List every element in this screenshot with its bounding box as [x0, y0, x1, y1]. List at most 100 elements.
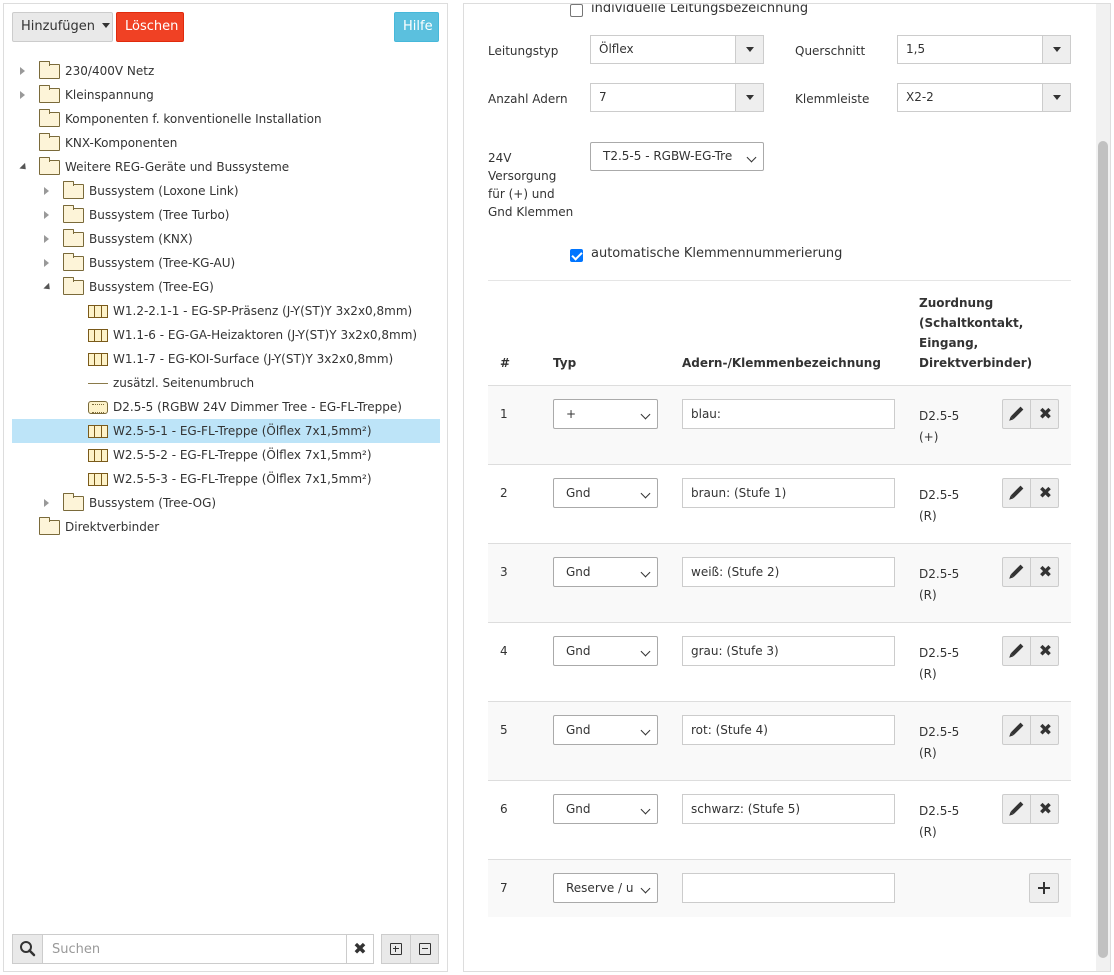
chevron-down-icon[interactable]: [735, 84, 763, 111]
supply-label-line: für (+) und: [488, 187, 555, 201]
designation-input[interactable]: [682, 873, 895, 903]
supply-label: 24V Versorgung für (+) und Gnd Klemmen: [488, 149, 573, 221]
delete-button[interactable]: Löschen: [116, 12, 184, 42]
tree-node-w2-5-5-3[interactable]: W2.5-5-3 - EG-FL-Treppe (Ölflex 7x1,5mm²…: [12, 467, 440, 491]
tree-node-komponenten[interactable]: Komponenten f. konventionelle Installati…: [12, 107, 440, 131]
column-header-line: (Schaltkontakt,: [919, 316, 1024, 330]
tree-node-230-400v-netz[interactable]: 230/400V Netz: [12, 59, 440, 83]
type-select[interactable]: Gnd: [553, 794, 658, 824]
pencil-icon: [1010, 722, 1024, 736]
pencil-icon: [1010, 406, 1024, 420]
collapse-icon[interactable]: [19, 162, 29, 173]
tree-node-label: W2.5-5-1 - EG-FL-Treppe (Ölflex 7x1,5mm²…: [113, 424, 372, 438]
designation-input[interactable]: [682, 478, 895, 508]
auto-numbering-checkbox[interactable]: [570, 249, 583, 262]
search-input[interactable]: [44, 935, 346, 963]
tree-node-d2-5-5[interactable]: D2.5-5 (RGBW 24V Dimmer Tree - EG-FL-Tre…: [12, 395, 440, 419]
supply-select[interactable]: T2.5-5 - RGBW-EG-Tre: [590, 142, 764, 171]
collapse-all-button[interactable]: [410, 935, 438, 963]
tree-node-bussystem-tree-og[interactable]: Bussystem (Tree-OG): [12, 491, 440, 515]
remove-button[interactable]: ✖: [1030, 479, 1058, 507]
expand-icon[interactable]: [44, 235, 49, 243]
individual-designation-checkbox[interactable]: [570, 4, 583, 17]
edit-button[interactable]: [1003, 400, 1030, 428]
type-select[interactable]: Gnd: [553, 478, 658, 508]
type-select[interactable]: Gnd: [553, 557, 658, 587]
designation-input[interactable]: [682, 715, 895, 745]
edit-button[interactable]: [1003, 637, 1030, 665]
expand-icon[interactable]: [44, 187, 49, 195]
edit-button[interactable]: [1003, 558, 1030, 586]
scrollbar[interactable]: [1096, 4, 1110, 971]
cable-type-combobox[interactable]: Ölflex: [590, 35, 764, 64]
tree-node-w2-5-5-1[interactable]: W2.5-5-1 - EG-FL-Treppe (Ölflex 7x1,5mm²…: [12, 419, 440, 443]
tree-node-w2-5-5-2[interactable]: W2.5-5-2 - EG-FL-Treppe (Ölflex 7x1,5mm²…: [12, 443, 440, 467]
tree-node-knx-komponenten[interactable]: KNX-Komponenten: [12, 131, 440, 155]
terminal-strip-combobox[interactable]: X2-2: [897, 83, 1071, 112]
cable-icon: [88, 425, 108, 438]
tree-node-bussystem-tree-eg[interactable]: Bussystem (Tree-EG): [12, 275, 440, 299]
expand-all-button[interactable]: [382, 935, 410, 963]
wire-count-combobox[interactable]: 7: [590, 83, 764, 112]
type-value: Gnd: [566, 802, 591, 816]
tree-node-bussystem-loxone-link[interactable]: Bussystem (Loxone Link): [12, 179, 440, 203]
collapse-icon[interactable]: [43, 282, 53, 293]
remove-button[interactable]: ✖: [1030, 716, 1058, 744]
tree-node-w1-1-6[interactable]: W1.1-6 - EG-GA-Heizaktoren (J-Y(ST)Y 3x2…: [12, 323, 440, 347]
expand-icon[interactable]: [20, 91, 25, 99]
expand-icon[interactable]: [44, 211, 49, 219]
tree-node-bussystem-tree-turbo[interactable]: Bussystem (Tree Turbo): [12, 203, 440, 227]
add-row-button[interactable]: [1029, 873, 1059, 903]
remove-button[interactable]: ✖: [1030, 795, 1058, 823]
type-select[interactable]: +: [553, 399, 658, 429]
tree-node-bussystem-knx[interactable]: Bussystem (KNX): [12, 227, 440, 251]
search-button[interactable]: [13, 935, 43, 963]
type-value: Gnd: [566, 565, 591, 579]
chevron-down-icon[interactable]: [1042, 36, 1070, 63]
remove-button[interactable]: ✖: [1030, 558, 1058, 586]
expand-icon[interactable]: [44, 259, 49, 267]
assignment-cell: D2.5-5 (R): [919, 564, 959, 606]
designation-input[interactable]: [682, 399, 895, 429]
add-dropdown-button[interactable]: Hinzufügen: [12, 12, 113, 42]
tree-node-seitenumbruch[interactable]: zusätzl. Seitenumbruch: [12, 371, 440, 395]
help-button[interactable]: Hilfe: [394, 12, 439, 42]
designation-input[interactable]: [682, 636, 895, 666]
chevron-down-icon: [640, 725, 651, 736]
chevron-down-icon[interactable]: [735, 36, 763, 63]
remove-button[interactable]: ✖: [1030, 400, 1058, 428]
edit-button[interactable]: [1003, 479, 1030, 507]
column-header-num: #: [500, 356, 511, 370]
clear-search-button[interactable]: ✖: [346, 935, 373, 963]
cable-detail-panel: individuelle Leitungsbezeichnung Leitung…: [463, 3, 1111, 972]
tree-node-w1-1-7[interactable]: W1.1-7 - EG-KOI-Surface (J-Y(ST)Y 3x2x0,…: [12, 347, 440, 371]
edit-button[interactable]: [1003, 716, 1030, 744]
tree-node-kleinspannung[interactable]: Kleinspannung: [12, 83, 440, 107]
close-icon: ✖: [353, 939, 367, 958]
tree-node-bussystem-tree-kg-au[interactable]: Bussystem (Tree-KG-AU): [12, 251, 440, 275]
table-row: 2 Gnd D2.5-5 (R) ✖: [488, 464, 1071, 543]
type-select[interactable]: Reserve / u: [553, 873, 658, 903]
type-select[interactable]: Gnd: [553, 715, 658, 745]
tree-node-direktverbinder[interactable]: Direktverbinder: [12, 515, 440, 539]
cable-type-label: Leitungstyp: [488, 44, 559, 58]
expand-icon[interactable]: [44, 499, 49, 507]
designation-input[interactable]: [682, 557, 895, 587]
edit-button[interactable]: [1003, 795, 1030, 823]
cross-section-combobox[interactable]: 1,5: [897, 35, 1071, 64]
tree-node-w1-2-2-1-1[interactable]: W1.2-2.1-1 - EG-SP-Präsenz (J-Y(ST)Y 3x2…: [12, 299, 440, 323]
chevron-down-icon[interactable]: [1042, 84, 1070, 111]
column-header-assignment: Zuordnung (Schaltkontakt, Eingang, Direk…: [919, 293, 1032, 373]
individual-designation-label: individuelle Leitungsbezeichnung: [591, 3, 809, 16]
tree-node-weitere-reg-geraete[interactable]: Weitere REG-Geräte und Bussysteme: [12, 155, 440, 179]
close-icon: ✖: [1038, 404, 1053, 423]
search-bar: ✖: [12, 934, 374, 964]
wire-count-value: 7: [599, 90, 607, 104]
scrollbar-thumb[interactable]: [1098, 141, 1108, 958]
terminal-strip-label: Klemmleiste: [795, 92, 870, 106]
expand-icon[interactable]: [20, 67, 25, 75]
remove-button[interactable]: ✖: [1030, 637, 1058, 665]
type-select[interactable]: Gnd: [553, 636, 658, 666]
type-value: Gnd: [566, 644, 591, 658]
designation-input[interactable]: [682, 794, 895, 824]
